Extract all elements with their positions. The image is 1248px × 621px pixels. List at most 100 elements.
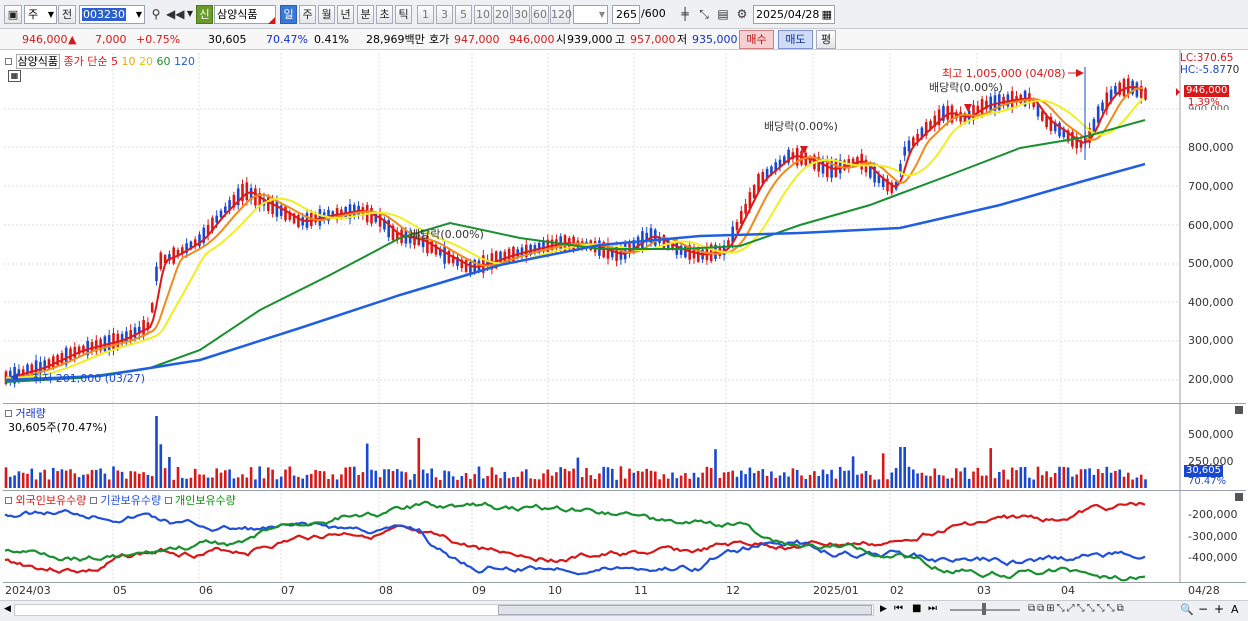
volume-bar: [224, 470, 227, 488]
volume-bar: [340, 474, 343, 488]
period-minute-button[interactable]: 분: [357, 5, 374, 24]
volume-bar: [1096, 469, 1100, 488]
volume-bar: [856, 474, 859, 488]
x-label: 12: [726, 584, 740, 597]
price-change-pct: +0.75%: [136, 33, 181, 46]
rewind-icon[interactable]: ⏮: [894, 603, 903, 614]
volume-bar: [447, 471, 451, 488]
volume-bar: [275, 479, 279, 488]
volume-bar: [456, 479, 459, 488]
scroll-right-icon[interactable]: ▶: [880, 604, 887, 614]
period-day-button[interactable]: 일: [280, 5, 297, 24]
minus-icon[interactable]: −: [1198, 602, 1208, 616]
volume-bar: [520, 471, 524, 488]
plus-icon[interactable]: +: [1214, 602, 1224, 616]
fast-forward-icon[interactable]: ⏭: [928, 603, 937, 614]
candle-body: [662, 235, 666, 249]
candle-icon[interactable]: ╪: [676, 5, 694, 23]
volume-bar: [13, 475, 16, 488]
table-icon[interactable]: ▦: [8, 70, 21, 82]
stock-code-input[interactable]: 003230 ▼: [79, 5, 145, 24]
price-legend: 삼양식품 종가 단순 5 10 20 60 120: [5, 53, 195, 69]
volume-bar: [39, 472, 42, 488]
volume-bar: [443, 470, 446, 488]
prev-button[interactable]: 전: [58, 5, 76, 24]
period-dropdown[interactable]: 주 ▼: [24, 5, 57, 24]
volume-bar: [464, 473, 468, 488]
hc-main: HC:-5.87: [1180, 64, 1226, 76]
open-price: 939,000: [567, 33, 613, 46]
count-input[interactable]: 265: [612, 5, 640, 24]
interval-30-button[interactable]: 30: [512, 5, 530, 24]
volume-bar: [761, 469, 765, 488]
zoom-out-icon[interactable]: 🔍: [1180, 603, 1194, 616]
speaker-icon[interactable]: ◀◀: [166, 5, 184, 23]
interval-1-button[interactable]: 1: [417, 5, 434, 24]
period-tick-button[interactable]: 틱: [395, 5, 412, 24]
stock-name-field[interactable]: 삼양식품: [214, 5, 276, 24]
buy-button[interactable]: 매수: [739, 30, 774, 49]
scroll-left-icon[interactable]: ◀: [4, 604, 11, 614]
interval-5-button[interactable]: 5: [455, 5, 472, 24]
search-icon[interactable]: ⚲: [147, 5, 165, 23]
chart-canvas[interactable]: [0, 50, 1248, 600]
hc-suffix: 70: [1225, 64, 1240, 76]
volume-bar: [421, 469, 425, 488]
volume-bar: [112, 466, 115, 488]
x-label: 06: [199, 584, 213, 597]
x-label: 2024/03: [5, 584, 51, 597]
volume-bar: [494, 474, 498, 488]
volume-bar: [1066, 467, 1070, 488]
candle-body: [215, 215, 218, 223]
interval-120-button[interactable]: 120: [550, 5, 572, 24]
volume-bar: [602, 466, 605, 488]
interval-3-button[interactable]: 3: [436, 5, 453, 24]
y-tick: 400,000: [1188, 296, 1234, 309]
period-second-button[interactable]: 초: [376, 5, 393, 24]
sell-button[interactable]: 매도: [778, 30, 813, 49]
period-year-button[interactable]: 년: [337, 5, 354, 24]
eval-button[interactable]: 평: [816, 30, 836, 49]
volume-bar: [1041, 475, 1044, 488]
stop-icon[interactable]: ■: [912, 603, 921, 614]
interval-custom-input[interactable]: ▼: [573, 5, 608, 24]
gear-icon[interactable]: ⚙: [733, 5, 751, 23]
period-month-button[interactable]: 월: [318, 5, 335, 24]
chevron-down-icon[interactable]: ▼: [186, 5, 194, 24]
close-icon[interactable]: [1235, 406, 1243, 414]
volume-bar: [924, 475, 928, 488]
interval-10-button[interactable]: 10: [474, 5, 492, 24]
volume-bar: [408, 479, 412, 488]
period-week-button[interactable]: 주: [299, 5, 316, 24]
volume-bar: [860, 473, 863, 488]
font-size-icon[interactable]: A: [1231, 603, 1239, 616]
volume-bar: [864, 470, 868, 488]
interval-60-button[interactable]: 60: [531, 5, 549, 24]
stock-code-value: 003230: [82, 8, 126, 21]
volume-bar: [400, 471, 403, 488]
volume-bar: [907, 466, 911, 488]
volume-bar: [1088, 468, 1091, 488]
window-box-icon[interactable]: ▣: [4, 5, 22, 24]
close-icon[interactable]: [1235, 493, 1243, 501]
volume-bar: [202, 474, 206, 488]
volume-bar: [125, 478, 128, 488]
save-icon[interactable]: ▤: [714, 5, 732, 23]
volume-bar: [90, 469, 94, 488]
volume-bar: [391, 471, 395, 488]
volume-bar: [955, 468, 958, 488]
interval-20-button[interactable]: 20: [493, 5, 511, 24]
zoom-slider-handle[interactable]: [982, 603, 986, 615]
volume-pane-border: [3, 403, 1246, 404]
volume-bar: [671, 472, 674, 488]
dividend-arrow-icon: [964, 104, 972, 112]
date-input[interactable]: 2025/04/28 ▦: [753, 5, 835, 24]
drawing-tools-icon[interactable]: ⧉⧉⊞⤡⤢⤡⤡⤡⤡⧉: [1028, 603, 1126, 614]
chart-tool-icon[interactable]: ⤡: [695, 5, 713, 23]
candle-body: [219, 210, 223, 218]
volume-bar: [847, 470, 851, 488]
bid-label: 호가: [429, 33, 450, 46]
volume-bar: [830, 469, 833, 488]
volume-bar: [34, 479, 38, 488]
scroll-thumb[interactable]: [498, 605, 872, 615]
